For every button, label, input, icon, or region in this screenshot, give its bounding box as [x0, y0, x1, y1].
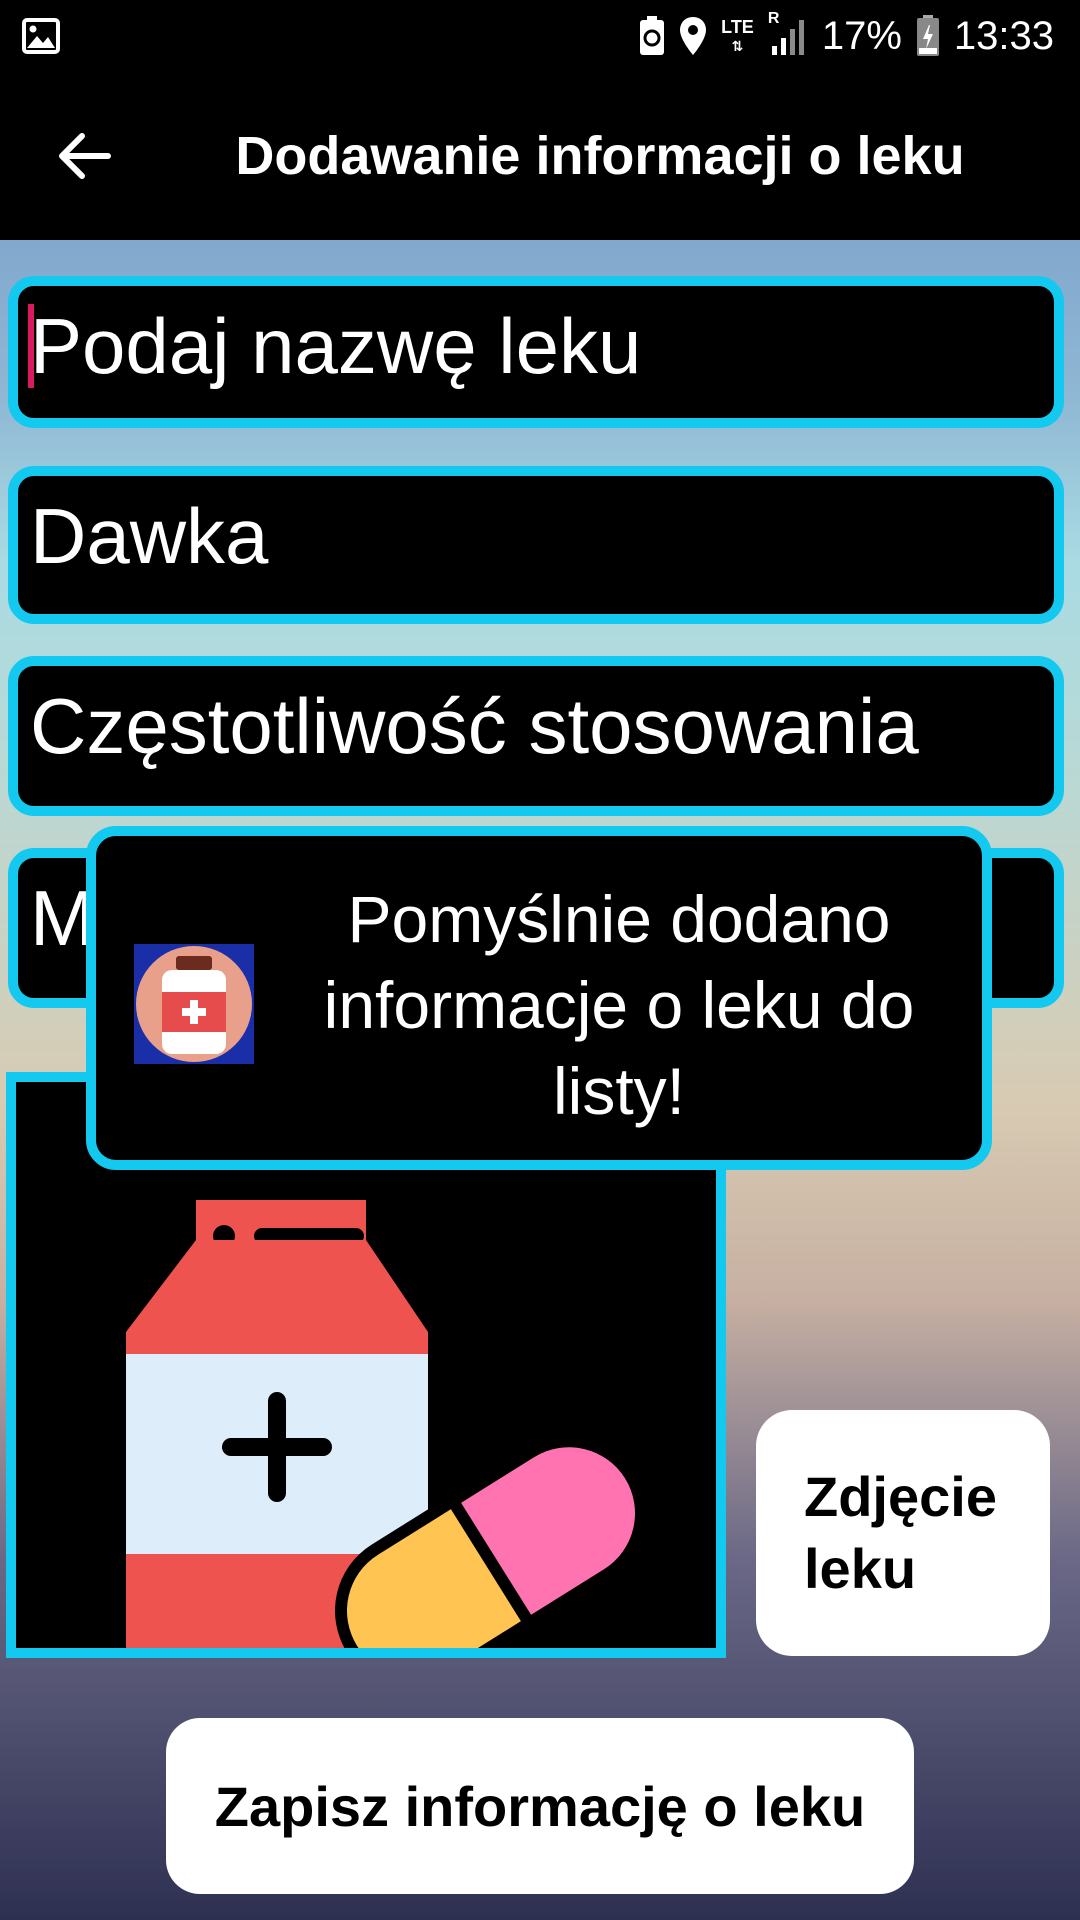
status-icons: LTE ⇅ R 17% 13:33	[639, 10, 1054, 62]
text-cursor	[28, 304, 34, 388]
app-bar: Dodawanie informacji o leku	[0, 72, 1080, 240]
battery-icon	[916, 15, 939, 56]
frequency-placeholder: Częstotliwość stosowania	[30, 682, 919, 770]
arrow-left-icon	[59, 133, 111, 179]
network-type-label: LTE	[721, 16, 754, 37]
toast-message: Pomyślnie dodano informacje o leku do li…	[323, 882, 915, 1128]
medicine-name-input[interactable]: Podaj nazwę leku	[8, 276, 1064, 428]
back-button[interactable]	[44, 116, 124, 196]
app-medicine-icon	[134, 944, 254, 1064]
take-photo-button[interactable]: Zdjęcie leku	[756, 1410, 1050, 1656]
battery-saver-icon	[640, 16, 665, 55]
save-medicine-button[interactable]: Zapisz informację o leku	[166, 1718, 914, 1894]
clock: 13:33	[953, 13, 1054, 58]
status-bar: LTE ⇅ R 17% 13:33	[0, 0, 1080, 72]
dose-placeholder: Dawka	[30, 492, 269, 580]
screen: LTE ⇅ R 17% 13:33 Dodawanie informacji o…	[0, 0, 1080, 1920]
frequency-input[interactable]: Częstotliwość stosowania	[8, 656, 1064, 816]
signal-icon: R	[768, 10, 808, 56]
success-toast: Pomyślnie dodano informacje o leku do li…	[86, 826, 992, 1170]
dose-input[interactable]: Dawka	[8, 466, 1064, 624]
page-title: Dodawanie informacji o leku	[235, 126, 965, 186]
lte-icon: LTE ⇅	[721, 16, 754, 54]
battery-percent: 17%	[821, 13, 902, 58]
medicine-name-placeholder: Podaj nazwę leku	[30, 302, 642, 390]
gallery-icon	[22, 18, 60, 54]
location-icon	[680, 17, 707, 55]
